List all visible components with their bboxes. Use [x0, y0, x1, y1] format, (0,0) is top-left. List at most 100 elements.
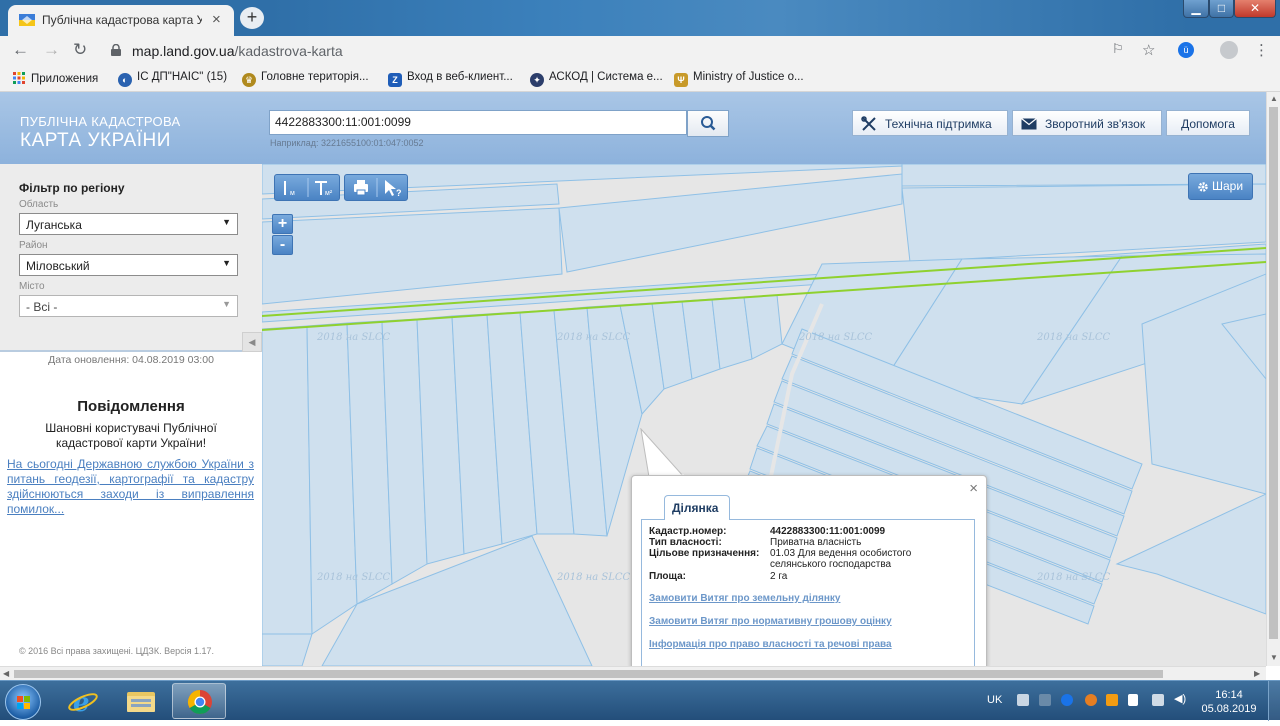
order-extract-link[interactable]: Замовити Витяг про земельну ділянку — [649, 593, 840, 604]
help-button[interactable]: Допомога — [1166, 110, 1250, 136]
back-arrow-icon[interactable]: ← — [12, 40, 29, 60]
scroll-right-icon[interactable]: ▶ — [1254, 669, 1260, 678]
network-icon[interactable] — [1152, 694, 1164, 706]
logo-line-2[interactable]: КАРТА УКРАЇНИ — [20, 130, 171, 152]
logo-line-1[interactable]: ПУБЛІЧНА КАДАСТРОВА — [20, 114, 180, 129]
volume-icon[interactable]: ◀) — [1174, 692, 1186, 705]
dropdown-arrow-icon: ▼ — [222, 299, 231, 309]
folder-icon — [127, 692, 155, 712]
map-watermark: 2018 на SLCC — [317, 572, 391, 583]
horizontal-scroll-thumb[interactable] — [14, 670, 1163, 678]
new-tab-button[interactable]: + — [240, 7, 264, 29]
vertical-scroll-thumb[interactable] — [1269, 107, 1278, 639]
city-select[interactable]: - Всі - ▼ — [19, 295, 238, 317]
horizontal-scrollbar[interactable]: ◀ ▶ — [0, 666, 1266, 680]
zoom-out-button[interactable]: - — [272, 235, 293, 255]
scroll-up-icon[interactable]: ▲ — [1270, 94, 1278, 103]
svg-text:м: м — [290, 190, 295, 197]
svg-text:м²: м² — [325, 190, 333, 197]
window-maximize-button[interactable]: □ — [1209, 0, 1234, 18]
clock-time: 16:14 — [1215, 689, 1243, 701]
collapse-panel-button[interactable]: ◀ — [242, 332, 262, 352]
action-center-flag-icon[interactable] — [1128, 694, 1138, 706]
svg-text:?: ? — [396, 188, 402, 198]
tech-support-button[interactable]: Технічна підтримка — [852, 110, 1008, 136]
taskbar-clock[interactable]: 16:14 05.08.2019 — [1199, 688, 1259, 716]
oblast-value: Луганська — [26, 218, 82, 232]
row-value: Приватна власність — [770, 537, 862, 548]
row-value: 4422883300:11:001:0099 — [770, 526, 886, 537]
taskbar-explorer[interactable] — [114, 683, 168, 719]
reload-icon[interactable]: ↻ — [73, 40, 87, 60]
tray-app-icon[interactable] — [1017, 694, 1029, 706]
bookmark-nais[interactable]: ◐ ІС ДП"НАІС" (15) — [118, 71, 227, 87]
bookmark-label: Приложения — [31, 73, 99, 85]
popup-pointer — [640, 428, 685, 478]
parcel-info-popup: × Ділянка Кадастр.номер: 4422883300:11:0… — [631, 475, 987, 666]
bookmark-askod[interactable]: ✦ АСКОД | Система е... — [530, 71, 663, 87]
bookmark-zimbra[interactable]: Z Вход в веб-клиент... — [388, 71, 513, 87]
bookmark-ministry[interactable]: Ψ Ministry of Justice o... — [674, 71, 804, 87]
bookmark-terytoria[interactable]: ♛ Головне територія... — [242, 71, 369, 87]
row-value: 01.03 Для ведення особистого селянського… — [770, 548, 912, 570]
map-watermark: 2018 на SLCC — [557, 332, 631, 343]
raion-select[interactable]: Міловський ▼ — [19, 254, 238, 276]
start-button[interactable] — [5, 684, 41, 720]
measure-icons: м м² — [284, 178, 333, 197]
popup-close-icon[interactable]: × — [969, 480, 978, 497]
search-button[interactable] — [687, 110, 729, 137]
row-key: Тип власності: — [649, 537, 722, 548]
ownership-info-link[interactable]: Інформація про право власності та речові… — [649, 639, 892, 650]
tray-app-icon[interactable] — [1061, 694, 1073, 706]
vertical-scrollbar[interactable]: ▲ ▼ — [1266, 92, 1280, 666]
askod-icon: ✦ — [530, 73, 544, 87]
notice-link[interactable]: На сьогодні Державною службою України з … — [7, 457, 254, 517]
zimbra-icon: Z — [388, 73, 402, 87]
notice-title: Повідомлення — [77, 398, 185, 415]
raion-label: Район — [19, 240, 48, 251]
windows-logo-icon — [17, 696, 30, 709]
taskbar-chrome[interactable] — [172, 683, 226, 719]
parcel-tab[interactable]: Ділянка — [664, 495, 730, 520]
raion-value: Міловський — [26, 259, 90, 273]
cadastral-map[interactable]: 2018 на SLCC 2018 на SLCC 2018 на SLCC 2… — [262, 164, 1266, 666]
oblast-select[interactable]: Луганська ▼ — [19, 213, 238, 235]
map-watermark: 2018 на SLCC — [799, 332, 873, 343]
left-sidebar: Фільтр по регіону Область Луганська ▼ Ра… — [0, 164, 262, 666]
print-icon[interactable]: ? — [345, 175, 409, 200]
feedback-button[interactable]: Зворотний зв'язок — [1012, 110, 1162, 136]
bookmark-star-icon[interactable]: ☆ — [1142, 41, 1155, 59]
order-valuation-link[interactable]: Замовити Витяг про нормативну грошову оц… — [649, 616, 892, 627]
window-minimize-button[interactable]: ▁ — [1183, 0, 1209, 18]
row-key: Площа: — [649, 571, 686, 582]
taskbar-ie[interactable]: e — [56, 683, 110, 719]
map-watermark: 2018 на SLCC — [1037, 572, 1111, 583]
measure-tools-group: м м² — [274, 174, 340, 201]
window-close-button[interactable]: ✕ — [1234, 0, 1276, 18]
tab-close-icon[interactable]: × — [212, 11, 221, 28]
language-indicator[interactable]: UK — [987, 694, 1002, 706]
site-header: ПУБЛІЧНА КАДАСТРОВА КАРТА УКРАЇНИ 442288… — [0, 92, 1266, 164]
filter-title: Фільтр по регіону — [19, 181, 125, 195]
zoom-in-button[interactable]: + — [272, 214, 293, 234]
forward-arrow-icon[interactable]: → — [43, 40, 60, 60]
bookmark-apps[interactable]: Приложения — [12, 71, 98, 85]
tray-app-icon[interactable] — [1085, 694, 1097, 706]
tab-title: Публічна кадастрова карта Укр — [42, 13, 202, 27]
scroll-down-icon[interactable]: ▼ — [1270, 653, 1278, 662]
address-bar[interactable]: map.land.gov.ua/kadastrova-karta — [99, 38, 1169, 64]
scroll-left-icon[interactable]: ◀ — [3, 669, 9, 678]
show-desktop-button[interactable] — [1268, 681, 1280, 721]
tray-app-icon[interactable] — [1106, 694, 1118, 706]
translate-icon[interactable]: ⚐ — [1112, 41, 1124, 57]
envelope-icon — [1021, 118, 1037, 130]
browser-tab[interactable]: Публічна кадастрова карта Укр × — [8, 5, 234, 36]
profile-avatar-icon[interactable] — [1220, 41, 1238, 59]
browser-toolbar: ← → ↻ map.land.gov.ua/kadastrova-karta ⚐… — [0, 36, 1280, 65]
extension-icon[interactable]: ü — [1178, 42, 1194, 58]
cadastral-search-input[interactable]: 4422883300:11:001:0099 — [269, 110, 687, 135]
menu-dots-icon[interactable]: ⋮ — [1254, 41, 1269, 59]
layers-button[interactable]: Шари — [1188, 173, 1253, 200]
tray-app-icon[interactable] — [1039, 694, 1051, 706]
browser-tab-strip: Публічна кадастрова карта Укр × + ▁ □ ✕ — [0, 0, 1280, 36]
